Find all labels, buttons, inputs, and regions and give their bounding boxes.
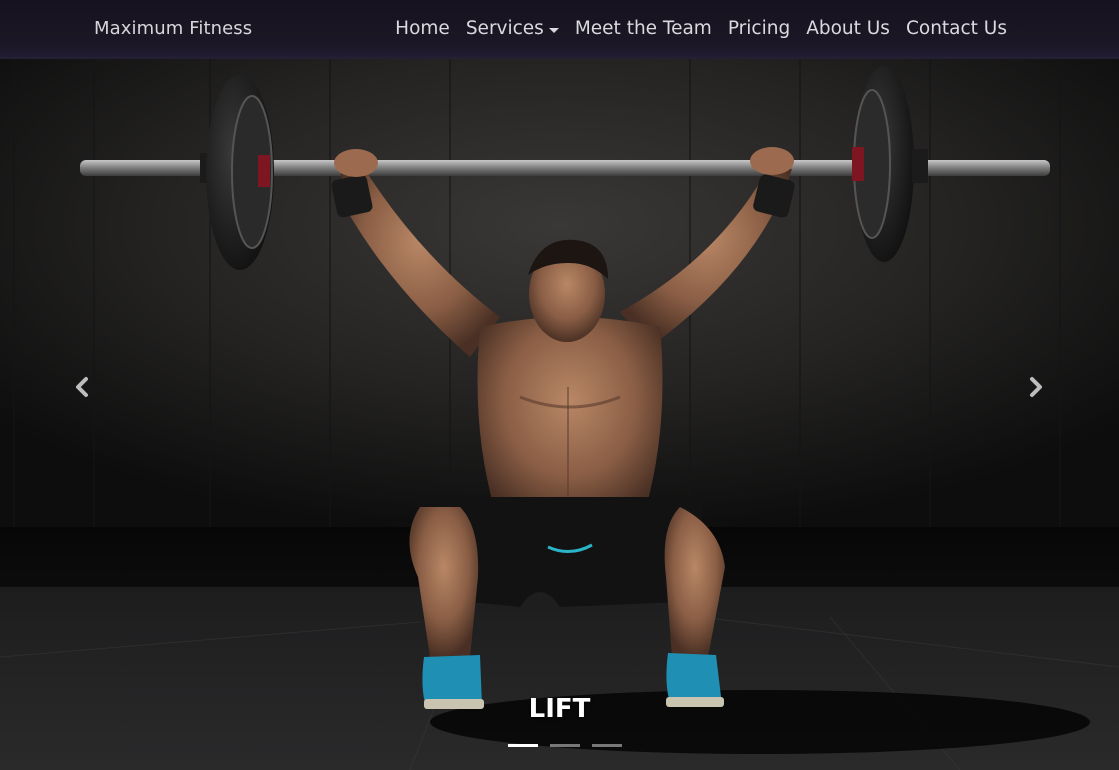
chevron-left-icon xyxy=(76,377,88,397)
carousel-indicator-2[interactable] xyxy=(550,744,580,747)
nav-link-about-us-label: About Us xyxy=(806,18,890,39)
nav-link-home-label: Home xyxy=(395,18,450,39)
carousel-indicator-1[interactable] xyxy=(508,744,538,747)
nav-link-services-dropdown[interactable]: Services xyxy=(458,16,567,42)
nav-link-contact-us[interactable]: Contact Us xyxy=(898,16,1015,42)
nav-link-meet-the-team-label: Meet the Team xyxy=(574,18,712,39)
slide-image-weightlifter xyxy=(0,57,1119,770)
carousel-indicators xyxy=(508,744,622,747)
nav-link-pricing[interactable]: Pricing xyxy=(720,16,798,42)
nav-link-about-us[interactable]: About Us xyxy=(798,16,898,42)
nav-link-meet-the-team[interactable]: Meet the Team xyxy=(567,16,720,42)
caret-down-icon xyxy=(548,27,559,33)
top-navbar: Maximum Fitness Home Services Meet the T… xyxy=(0,0,1119,57)
slide-caption: LIFT xyxy=(528,694,591,724)
carousel-prev-button[interactable] xyxy=(70,374,96,400)
carousel-next-button[interactable] xyxy=(1022,374,1048,400)
nav-link-contact-us-label: Contact Us xyxy=(905,18,1007,39)
nav-link-home[interactable]: Home xyxy=(387,16,458,42)
carousel-indicator-3[interactable] xyxy=(592,744,622,747)
nav-links: Home Services Meet the Team Pricing Abou… xyxy=(387,16,1015,42)
nav-link-pricing-label: Pricing xyxy=(727,18,791,39)
brand-logo-text[interactable]: Maximum Fitness xyxy=(94,18,252,39)
nav-link-services-label: Services xyxy=(465,18,544,39)
hero-carousel: LIFT xyxy=(0,57,1119,770)
chevron-right-icon xyxy=(1030,377,1042,397)
